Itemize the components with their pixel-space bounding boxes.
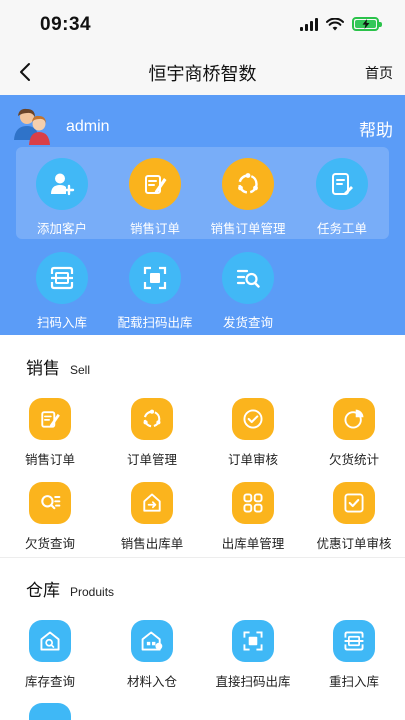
grid-item-sales-outbound[interactable]: 销售出库单 [102, 482, 202, 552]
home-export-icon [131, 482, 173, 524]
section-subtitle: Produits [70, 585, 115, 599]
section-header-sell: 销售 Sell [26, 354, 90, 379]
scan-icon [29, 703, 71, 720]
user-name: admin [66, 118, 110, 135]
quick-action-sales-order-management[interactable]: 销售订单管理 [200, 158, 296, 237]
grid-item-rescan-in[interactable]: 重扫入库 [304, 620, 404, 690]
user-avatar-icon [14, 108, 50, 145]
scan-icon [36, 252, 88, 304]
header-panel: admin 帮助 添加客户 销售订单 销售订单管理 任务工单 扫码入库 配载扫码… [0, 95, 405, 335]
grid-item-label: 重扫入库 [328, 675, 379, 689]
section-title: 销售 [26, 359, 60, 378]
quick-action-label: 配载扫码出库 [117, 316, 193, 330]
order-management-icon [222, 158, 274, 210]
grid-item-backorder-query[interactable]: 欠货查询 [0, 482, 100, 552]
status-bar: 09:34 [0, 0, 405, 50]
checkbox-icon [333, 482, 375, 524]
grid-item-label: 出库单管理 [221, 537, 285, 551]
grid-item-label: 直接扫码出库 [215, 675, 291, 689]
grid-item-label: 欠货统计 [328, 453, 379, 467]
section-divider [0, 557, 405, 558]
task-order-icon [316, 158, 368, 210]
grid-item-label: 销售订单 [24, 453, 75, 467]
grid-item-label: 材料入仓 [126, 675, 177, 689]
grid-item-inventory-query[interactable]: 库存查询 [0, 620, 100, 690]
search-list-icon [29, 482, 71, 524]
quick-action-sales-order[interactable]: 销售订单 [107, 158, 203, 237]
warehouse-search-icon [29, 620, 71, 662]
check-circle-icon [232, 398, 274, 440]
status-icons [300, 17, 382, 31]
section-header-warehouse: 仓库 Produits [26, 576, 114, 601]
scan-frame-icon [129, 252, 181, 304]
grid-icon [232, 482, 274, 524]
grid-item-discount-order-review[interactable]: 优惠订单审核 [304, 482, 404, 552]
grid-item-outbound-management[interactable]: 出库单管理 [203, 482, 303, 552]
quick-action-label: 扫码入库 [36, 316, 87, 330]
quick-action-scan-in[interactable]: 扫码入库 [14, 252, 110, 331]
quick-action-shipping-query[interactable]: 发货查询 [200, 252, 296, 331]
sales-order-icon [129, 158, 181, 210]
search-list-icon [222, 252, 274, 304]
section-title: 仓库 [26, 581, 60, 600]
status-time: 09:34 [40, 14, 92, 35]
grid-item-sales-order[interactable]: 销售订单 [0, 398, 100, 468]
scan-icon [333, 620, 375, 662]
section-subtitle: Sell [70, 363, 91, 377]
pie-chart-icon [333, 398, 375, 440]
quick-action-label: 销售订单管理 [210, 222, 286, 236]
cellular-signal-icon [300, 17, 318, 31]
grid-item-label: 优惠订单审核 [316, 537, 392, 551]
grid-item-material-warehousing[interactable]: 材料入仓 [102, 620, 202, 690]
quick-action-add-customer[interactable]: 添加客户 [14, 158, 110, 237]
grid-item-label: 欠货查询 [24, 537, 75, 551]
grid-item-label: 订单审核 [227, 453, 278, 467]
quick-action-task-order[interactable]: 任务工单 [294, 158, 390, 237]
grid-item-order-management[interactable]: 订单管理 [102, 398, 202, 468]
page-title: 恒宇商桥智数 [148, 64, 257, 84]
grid-item-backorder-stats[interactable]: 欠货统计 [304, 398, 404, 468]
warehouse-in-icon [131, 620, 173, 662]
battery-icon [352, 17, 382, 31]
grid-item-direct-scan-out[interactable]: 直接扫码出库 [203, 620, 303, 690]
grid-item-order-review[interactable]: 订单审核 [203, 398, 303, 468]
quick-action-label: 销售订单 [129, 222, 180, 236]
order-management-icon [131, 398, 173, 440]
quick-action-label: 任务工单 [316, 222, 367, 236]
quick-action-label: 添加客户 [36, 222, 87, 236]
navigation-bar: 恒宇商桥智数 首页 [0, 50, 405, 95]
scan-frame-icon [232, 620, 274, 662]
grid-item-partial[interactable] [0, 703, 100, 720]
wifi-icon [326, 17, 344, 30]
quick-action-label: 发货查询 [222, 316, 273, 330]
home-link[interactable]: 首页 [365, 63, 393, 83]
add-customer-icon [36, 158, 88, 210]
help-link[interactable]: 帮助 [359, 116, 393, 141]
quick-action-load-scan-out[interactable]: 配载扫码出库 [107, 252, 203, 331]
grid-item-label: 销售出库单 [120, 537, 184, 551]
grid-item-label: 订单管理 [126, 453, 177, 467]
sales-order-icon [29, 398, 71, 440]
grid-item-label: 库存查询 [24, 675, 75, 689]
